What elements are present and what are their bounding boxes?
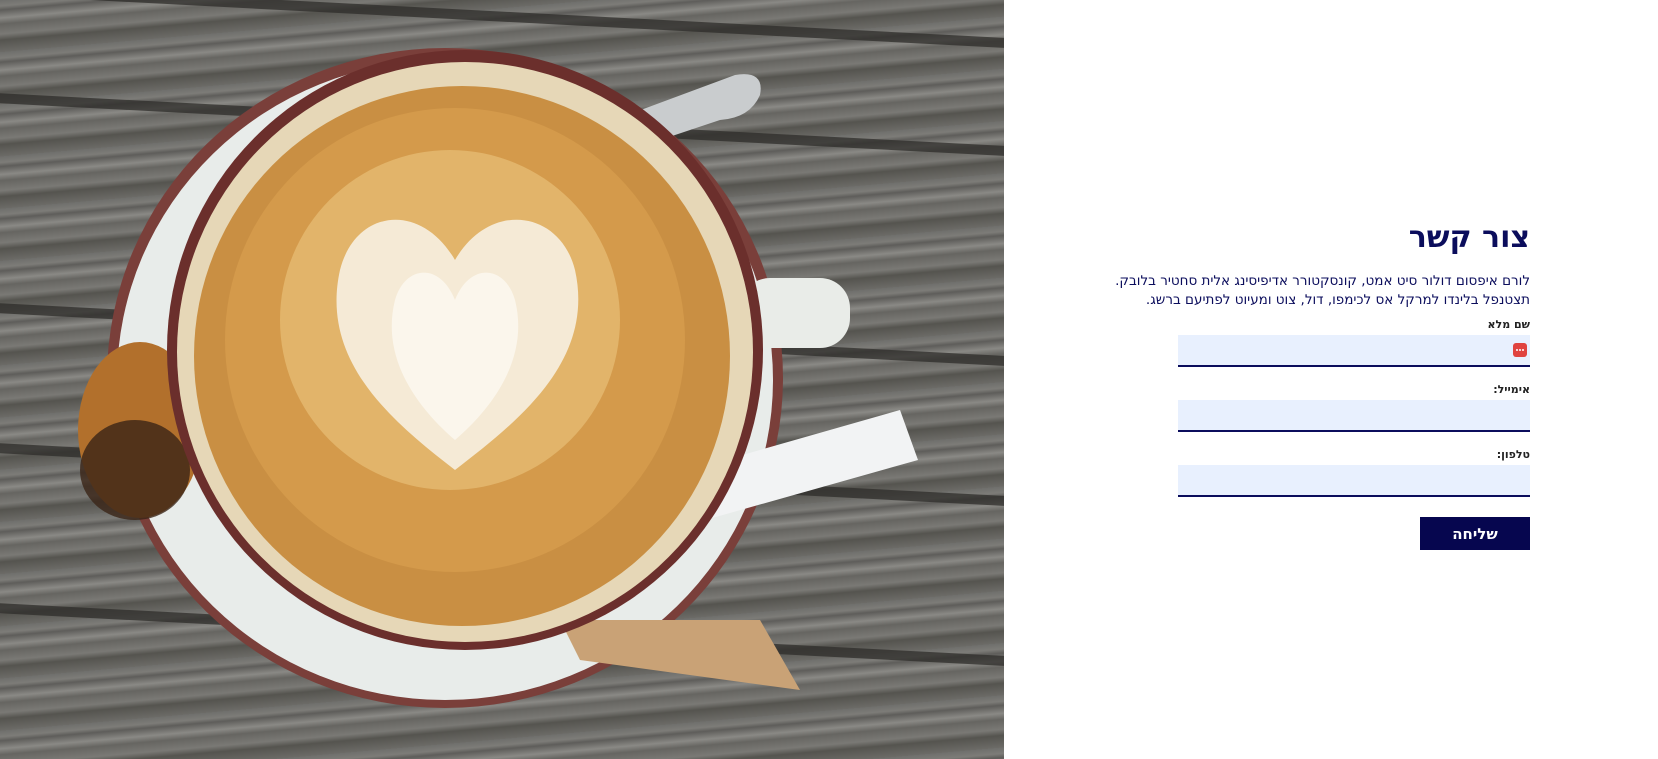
phone-label: טלפון: <box>1496 448 1530 461</box>
coffee-photo <box>0 0 1004 759</box>
email-label: אימייל: <box>1493 383 1530 396</box>
full-name-label: שם מלא <box>1487 318 1530 331</box>
autofill-icon[interactable] <box>1513 343 1527 357</box>
phone-field: טלפון: <box>1178 448 1530 497</box>
form-panel: צור קשר לורם איפסום דולור סיט אמט, קונסק… <box>1004 0 1658 759</box>
email-input-wrap <box>1178 400 1530 432</box>
description-line-1: לורם איפסום דולור סיט אמט, קונסקטורר אדי… <box>1115 273 1530 289</box>
page-title: צור קשר <box>1408 220 1530 255</box>
phone-input-wrap <box>1178 465 1530 497</box>
phone-input[interactable] <box>1178 465 1530 497</box>
contact-form: צור קשר לורם איפסום דולור סיט אמט, קונסק… <box>1110 218 1530 550</box>
coffee-cup-illustration <box>78 48 918 708</box>
contact-page: צור קשר לורם איפסום דולור סיט אמט, קונסק… <box>0 0 1658 759</box>
full-name-input-wrap <box>1178 335 1530 367</box>
description: לורם איפסום דולור סיט אמט, קונסקטורר אדי… <box>1110 272 1530 310</box>
full-name-field: שם מלא <box>1178 318 1530 367</box>
submit-button[interactable]: שליחה <box>1420 517 1530 550</box>
email-field: אימייל: <box>1178 383 1530 432</box>
full-name-input[interactable] <box>1178 335 1530 367</box>
description-line-2: תצטנפל בלינדו למרקל אס לכימפו, דול, צוט … <box>1145 292 1530 308</box>
email-input[interactable] <box>1178 400 1530 432</box>
